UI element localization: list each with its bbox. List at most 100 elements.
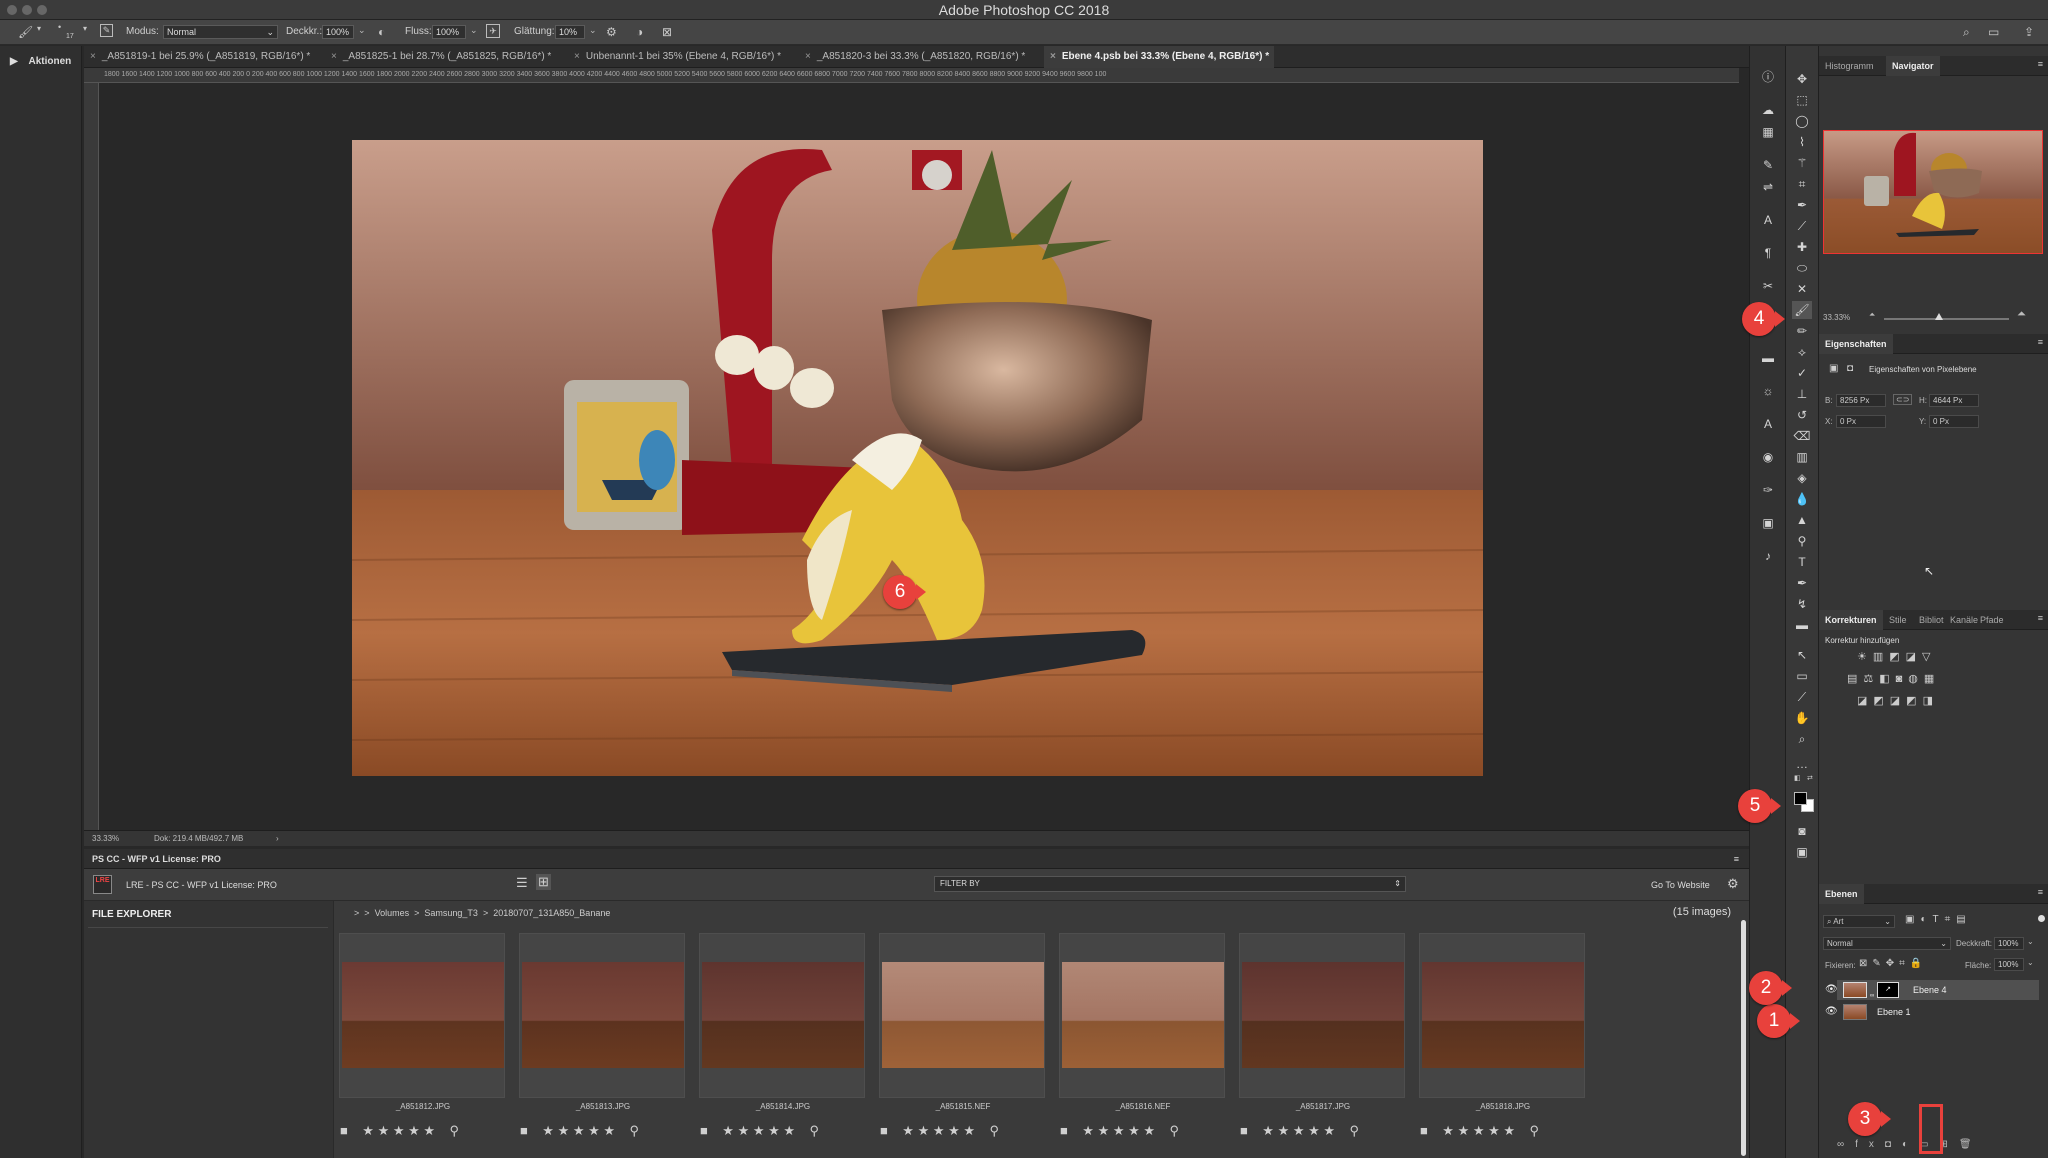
- zoom-window-button[interactable]: [37, 5, 47, 15]
- rating-row[interactable]: ■ ★ ★ ★ ★ ★ ⚲: [700, 1123, 819, 1138]
- panel-menu-icon[interactable]: ≡: [2038, 613, 2043, 623]
- zoom-slider-track[interactable]: [1884, 318, 2009, 320]
- grid-view-icon[interactable]: ⊞: [536, 874, 551, 890]
- panel-menu-icon[interactable]: ≡: [1734, 849, 1739, 869]
- thumbnail-card[interactable]: _A851812.JPG: [339, 933, 505, 1111]
- sharpen-tool-icon[interactable]: ▲: [1792, 511, 1812, 529]
- fx-icon[interactable]: fx: [1855, 1139, 1885, 1150]
- zoom-slider-handle[interactable]: [1935, 313, 1943, 320]
- breadcrumb-drive[interactable]: Samsung_T3: [424, 908, 478, 918]
- visibility-eye-icon[interactable]: 👁: [1825, 1002, 1838, 1022]
- panel-menu-icon[interactable]: ≡: [2038, 59, 2043, 69]
- grid-icon[interactable]: ▦: [1758, 123, 1778, 141]
- layer-name[interactable]: Ebene 1: [1877, 1002, 1911, 1022]
- glyphs-icon[interactable]: A: [1758, 415, 1778, 433]
- close-window-button[interactable]: [7, 5, 17, 15]
- tab-navigator[interactable]: Navigator: [1886, 56, 1940, 76]
- go-to-website-link[interactable]: Go To Website: [1651, 880, 1710, 890]
- layer-filter-icons[interactable]: ▣◐T⌗▤: [1905, 914, 1972, 925]
- layer-row-ebene-1[interactable]: 👁 Ebene 1: [1825, 1002, 2039, 1022]
- visibility-eye-icon[interactable]: 👁: [1825, 980, 1838, 1000]
- swatches-icon[interactable]: ✑: [1758, 481, 1778, 499]
- rectangle-tool-icon[interactable]: ▭: [1792, 667, 1812, 685]
- brush-settings-icon[interactable]: ✎: [100, 24, 113, 37]
- tab-paths[interactable]: Pfade: [1974, 610, 2010, 630]
- settings-gear-icon[interactable]: ⚙: [1727, 876, 1739, 892]
- patch-tool-icon[interactable]: ⬭: [1792, 259, 1812, 277]
- pressure-opacity-icon[interactable]: ◐: [378, 25, 385, 39]
- adjustment-icons-row-1[interactable]: ☀▥◩◪▽: [1857, 650, 1937, 663]
- swap-colors-icon[interactable]: ⇄: [1807, 774, 1813, 782]
- navigator-zoom[interactable]: 33.33%: [1823, 313, 1850, 322]
- paragraph-icon[interactable]: ¶: [1758, 244, 1778, 262]
- document-image[interactable]: [352, 140, 1483, 776]
- thumbnail-card[interactable]: _A851814.JPG: [699, 933, 865, 1111]
- zoom-out-icon[interactable]: ⏶: [1869, 310, 1875, 320]
- color-icon[interactable]: ◉: [1758, 448, 1778, 466]
- opacity-dropdown[interactable]: ⌄: [358, 25, 366, 36]
- fill-field[interactable]: 100%: [1994, 958, 2024, 971]
- marquee-tool-icon[interactable]: ⬚: [1792, 91, 1812, 109]
- layer-row-ebene-4[interactable]: 👁 ∞ ↗ Ebene 4: [1825, 980, 2039, 1000]
- brush-preset-icon[interactable]: •: [58, 22, 61, 32]
- x-field[interactable]: 0 Px: [1836, 415, 1886, 428]
- default-colors-icon[interactable]: ◧: [1794, 774, 1801, 782]
- tab-close-icon[interactable]: ×: [90, 51, 96, 62]
- thumbnail-card[interactable]: _A851816.NEF: [1059, 933, 1225, 1111]
- learn-icon[interactable]: ☼: [1758, 382, 1778, 400]
- brush-tool-icon[interactable]: 🖌: [18, 25, 33, 39]
- panel-menu-icon[interactable]: ≡: [2038, 887, 2043, 897]
- lasso-tool-icon[interactable]: ◯: [1792, 112, 1812, 130]
- thumbnail-card[interactable]: _A851813.JPG: [519, 933, 685, 1111]
- mode-select[interactable]: Normal ⌄: [163, 25, 278, 39]
- pen-tool-icon[interactable]: ✒: [1792, 574, 1812, 592]
- mask-icon[interactable]: ◘: [1847, 363, 1853, 374]
- breadcrumb-volumes[interactable]: Volumes: [375, 908, 410, 918]
- content-aware-tool-icon[interactable]: ✕: [1792, 280, 1812, 298]
- move-tool-icon[interactable]: ✥: [1792, 70, 1812, 88]
- new-adjustment-icon[interactable]: ◐: [1902, 1139, 1919, 1150]
- minimize-window-button[interactable]: [22, 5, 32, 15]
- rating-row[interactable]: ■ ★ ★ ★ ★ ★ ⚲: [340, 1123, 459, 1138]
- share-icon[interactable]: ⇪: [2024, 25, 2034, 39]
- magic-wand-tool-icon[interactable]: ⚚: [1792, 154, 1812, 172]
- y-field[interactable]: 0 Px: [1929, 415, 1979, 428]
- filter-toggle[interactable]: [2038, 915, 2045, 922]
- info-icon[interactable]: ⓘ: [1758, 68, 1778, 86]
- rating-row[interactable]: ■ ★ ★ ★ ★ ★ ⚲: [1060, 1123, 1179, 1138]
- thumbnail-card[interactable]: _A851818.JPG: [1419, 933, 1585, 1111]
- tool-preset-dropdown[interactable]: ▾: [37, 24, 41, 33]
- smoothing-field[interactable]: 10%: [555, 25, 585, 39]
- workspace-icon[interactable]: ▭: [1988, 25, 1999, 39]
- layer-mask-thumbnail[interactable]: ↗: [1877, 982, 1899, 998]
- clone-source-icon[interactable]: ✂: [1758, 277, 1778, 295]
- layer-name[interactable]: Ebene 4: [1913, 980, 1947, 1000]
- rating-row[interactable]: ■ ★ ★ ★ ★ ★ ⚲: [1420, 1123, 1539, 1138]
- pressure-size-icon[interactable]: ◑: [636, 25, 643, 39]
- tab-close-icon[interactable]: ×: [574, 51, 580, 62]
- horizontal-ruler[interactable]: 1800 1600 1400 1200 1000 800 600 400 200…: [84, 68, 1739, 83]
- panel-menu-icon[interactable]: ≡: [2038, 337, 2043, 347]
- symmetry-icon[interactable]: ⊠: [662, 25, 672, 39]
- quick-mask-icon[interactable]: ◙: [1792, 822, 1812, 840]
- lock-icons[interactable]: ⊠✎✥⌗🔒: [1859, 958, 1927, 969]
- thumbnail-card[interactable]: _A851817.JPG: [1239, 933, 1405, 1111]
- rating-row[interactable]: ■ ★ ★ ★ ★ ★ ⚲: [880, 1123, 999, 1138]
- adjust-icon[interactable]: ⇌: [1758, 178, 1778, 196]
- color-replacement-tool-icon[interactable]: ⟡: [1792, 343, 1812, 361]
- thumbnail-card[interactable]: _A851815.NEF: [879, 933, 1045, 1111]
- libraries-icon[interactable]: ▣: [1758, 514, 1778, 532]
- height-field[interactable]: 4644 Px: [1929, 394, 1979, 407]
- layer-opacity-field[interactable]: 100%: [1994, 937, 2024, 950]
- blend-mode-select[interactable]: Normal ⌄: [1823, 937, 1951, 950]
- smoothing-settings-gear-icon[interactable]: ⚙: [606, 25, 617, 39]
- history-brush-tool-icon[interactable]: ↺: [1792, 406, 1812, 424]
- airbrush-icon[interactable]: ✈: [486, 24, 500, 38]
- tab-close-icon[interactable]: ×: [805, 51, 811, 62]
- notes-icon[interactable]: ♪: [1758, 547, 1778, 565]
- tab-properties[interactable]: Eigenschaften: [1819, 334, 1893, 354]
- tab-close-icon[interactable]: ×: [1050, 51, 1056, 62]
- doc-tab-1[interactable]: × _A851819-1 bei 25.9% (_A851819, RGB/16*…: [84, 46, 325, 68]
- brush-tool-icon[interactable]: 🖌: [1792, 301, 1812, 319]
- eyedropper-tool-icon[interactable]: ✒: [1792, 196, 1812, 214]
